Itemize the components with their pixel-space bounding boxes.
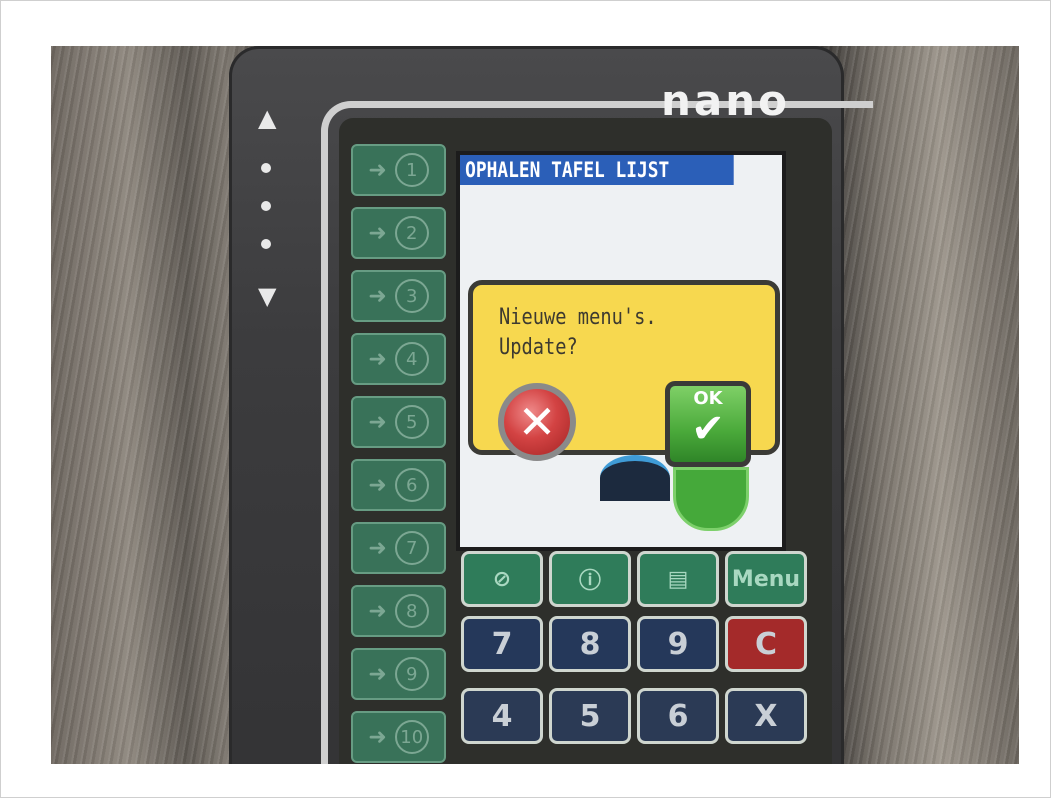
ok-button[interactable]: OK ✔: [665, 381, 751, 467]
arrow-icon: ➜: [368, 283, 387, 309]
table-key-9[interactable]: ➜ 9: [351, 648, 446, 700]
keypad-key-row1-3[interactable]: 9: [637, 616, 719, 672]
dialog-message: Nieuwe menu's. Update?: [499, 303, 657, 363]
screen-title: OPHALEN TAFEL LIJST: [460, 155, 734, 185]
keypad-key-row1-4[interactable]: C: [725, 616, 807, 672]
table-key-7[interactable]: ➜ 7: [351, 522, 446, 574]
shield-icon: [673, 467, 749, 531]
keypad-key-function-row-4[interactable]: Menu: [725, 551, 807, 607]
scroll-up-icon[interactable]: ▲: [258, 104, 276, 132]
keypad-key-function-row-2[interactable]: ⓘ: [549, 551, 631, 607]
lcd-screen: OPHALEN TAFEL LIJST Nieuwe menu's. Updat…: [456, 151, 786, 551]
table-key-1[interactable]: ➜ 1: [351, 144, 446, 196]
table-key-3[interactable]: ➜ 3: [351, 270, 446, 322]
table-key-number: 5: [394, 405, 429, 439]
arrow-icon: ➜: [368, 346, 387, 372]
globe-icon: [600, 455, 670, 501]
device-photo: nano ▲ ▼ ➜ 1 ➜ 2 ➜ 3 ➜ 4 ➜ 5 ➜ 6 ➜ 7 ➜ 8 ➜ 9 ➜ 10 OPHALEN T…: [51, 46, 1019, 764]
photo-frame: nano ▲ ▼ ➜ 1 ➜ 2 ➜ 3 ➜ 4 ➜ 5 ➜ 6 ➜ 7 ➜ 8 ➜ 9 ➜ 10 OPHALEN T…: [0, 0, 1051, 798]
table-key-number: 1: [394, 153, 429, 187]
keypad-key-function-row-3[interactable]: ▤: [637, 551, 719, 607]
keypad-key-row2-1[interactable]: 4: [461, 688, 543, 744]
arrow-icon: ➜: [368, 409, 387, 435]
keypad-key-function-row-1[interactable]: ⊘: [461, 551, 543, 607]
table-key-8[interactable]: ➜ 8: [351, 585, 446, 637]
table-key-2[interactable]: ➜ 2: [351, 207, 446, 259]
arrow-icon: ➜: [368, 220, 387, 246]
close-icon: ✕: [517, 395, 557, 449]
arrow-icon: ➜: [368, 157, 387, 183]
table-key-number: 6: [394, 468, 429, 502]
arrow-icon: ➜: [368, 661, 387, 687]
cancel-button[interactable]: ✕: [498, 383, 576, 461]
table-key-number: 7: [394, 531, 429, 565]
side-dot-icon: [261, 163, 271, 173]
table-key-4[interactable]: ➜ 4: [351, 333, 446, 385]
scroll-down-icon[interactable]: ▼: [258, 282, 276, 310]
table-key-number: 3: [394, 279, 429, 313]
table-key-number: 4: [394, 342, 429, 376]
table-key-number: 2: [394, 216, 429, 250]
keypad-key-row1-1[interactable]: 7: [461, 616, 543, 672]
dialog-message-line2: Update?: [499, 335, 578, 360]
table-key-10[interactable]: ➜ 10: [351, 711, 446, 763]
table-key-5[interactable]: ➜ 5: [351, 396, 446, 448]
table-key-number: 9: [394, 657, 429, 691]
table-key-number: 8: [394, 594, 429, 628]
keypad-key-row1-2[interactable]: 8: [549, 616, 631, 672]
keypad-key-row2-3[interactable]: 6: [637, 688, 719, 744]
table-key-number: 10: [394, 720, 429, 754]
arrow-icon: ➜: [368, 472, 387, 498]
side-dot-icon: [261, 239, 271, 249]
keypad-key-row2-2[interactable]: 5: [549, 688, 631, 744]
arrow-icon: ➜: [368, 598, 387, 624]
keypad-key-row2-4[interactable]: X: [725, 688, 807, 744]
checkmark-icon: ✔: [691, 406, 725, 452]
side-dot-icon: [261, 201, 271, 211]
arrow-icon: ➜: [368, 724, 387, 750]
table-key-6[interactable]: ➜ 6: [351, 459, 446, 511]
dialog-message-line1: Nieuwe menu's.: [499, 305, 657, 330]
arrow-icon: ➜: [368, 535, 387, 561]
